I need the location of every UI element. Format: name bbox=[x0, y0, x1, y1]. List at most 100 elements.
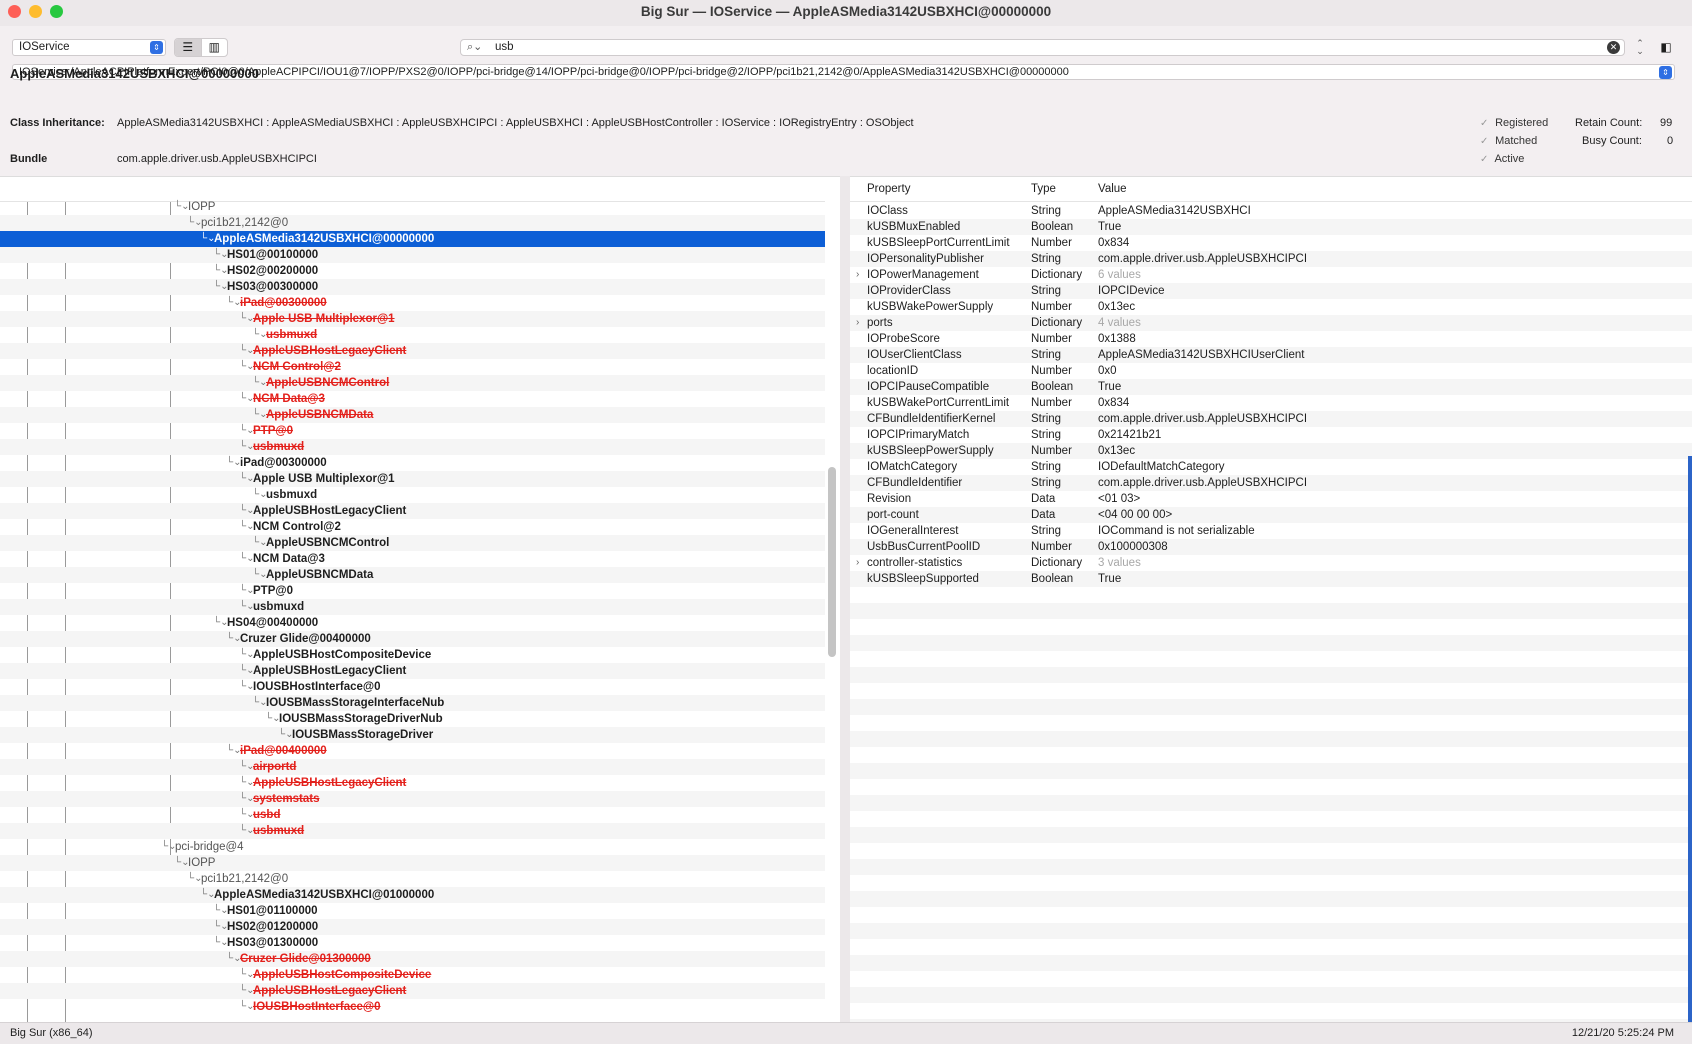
tree-row[interactable]: └⌄ usbmuxd bbox=[0, 487, 825, 503]
property-row[interactable]: kUSBMuxEnabled Boolean True bbox=[850, 219, 1692, 235]
tree-row[interactable]: └⌄ Cruzer Glide@00400000 bbox=[0, 631, 825, 647]
split-divider[interactable] bbox=[840, 176, 850, 1022]
property-row[interactable]: CFBundleIdentifierKernel String com.apple.… bbox=[850, 411, 1692, 427]
property-row[interactable]: kUSBWakePowerSupply Number 0x13ec bbox=[850, 299, 1692, 315]
minimize-icon[interactable] bbox=[29, 5, 42, 18]
tree-row[interactable]: └⌄ AppleASMedia3142USBXHCI@00000000 bbox=[0, 231, 825, 247]
disclosure-icon[interactable]: › bbox=[856, 555, 859, 571]
close-icon[interactable] bbox=[8, 5, 21, 18]
tree-row[interactable]: └⌄ NCM Control@2 bbox=[0, 519, 825, 535]
property-row[interactable]: kUSBWakePortCurrentLimit Number 0x834 bbox=[850, 395, 1692, 411]
tree-node-label: AppleUSBNCMData bbox=[266, 409, 374, 421]
property-row[interactable]: CFBundleIdentifier String com.apple.driver… bbox=[850, 475, 1692, 491]
tree-row[interactable]: └⌄ IOUSBHostInterface@0 bbox=[0, 679, 825, 695]
tree-row[interactable]: └⌄ PTP@0 bbox=[0, 583, 825, 599]
tree-row[interactable]: └⌄ airportd bbox=[0, 759, 825, 775]
property-row[interactable]: UsbBusCurrentPoolID Number 0x100000308 bbox=[850, 539, 1692, 555]
tree-row[interactable]: └⌄ pci-bridge@4 bbox=[0, 839, 825, 855]
tree-row[interactable]: └⌄ pci1b21,2142@0 bbox=[0, 871, 825, 887]
tree-row[interactable]: └⌄ usbd bbox=[0, 807, 825, 823]
tree-row[interactable]: └⌄ NCM Control@2 bbox=[0, 359, 825, 375]
tree-row[interactable]: └⌄ iPad@00300000 bbox=[0, 295, 825, 311]
tree-row[interactable]: └⌄ AppleUSBNCMData bbox=[0, 407, 825, 423]
registry-path-select[interactable]: IOService:/AppleACPIPlatformExpert/PCI0@… bbox=[12, 64, 1675, 80]
disclosure-icon[interactable]: › bbox=[856, 267, 859, 283]
tree-row[interactable]: └⌄ usbmuxd bbox=[0, 823, 825, 839]
property-row[interactable]: › IOPowerManagement Dictionary 6 values bbox=[850, 267, 1692, 283]
tree-row[interactable]: └⌄ NCM Data@3 bbox=[0, 551, 825, 567]
tree-row[interactable]: └⌄ AppleUSBHostCompositeDevice bbox=[0, 967, 825, 983]
tree-row[interactable]: └⌄ iPad@00400000 bbox=[0, 743, 825, 759]
property-row[interactable]: IOMatchCategory String IODefaultMatchCateg… bbox=[850, 459, 1692, 475]
search-input[interactable]: usb bbox=[495, 41, 514, 53]
zoom-icon[interactable] bbox=[50, 5, 63, 18]
view-mode-control[interactable]: ☰ ▥ bbox=[174, 38, 228, 57]
property-row[interactable]: IOGeneralInterest String IOCommand is not … bbox=[850, 523, 1692, 539]
property-row[interactable]: › controller-statistics Dictionary 3 values bbox=[850, 555, 1692, 571]
tree-row[interactable]: └⌄ iPad@00300000 bbox=[0, 455, 825, 471]
property-row[interactable]: IOProbeScore Number 0x1388 bbox=[850, 331, 1692, 347]
property-row[interactable]: IOClass String AppleASMedia3142USBXHCI bbox=[850, 203, 1692, 219]
tree-row[interactable]: └⌄ usbmuxd bbox=[0, 327, 825, 343]
tree-row[interactable]: └⌄ NCM Data@3 bbox=[0, 391, 825, 407]
search-stepper-icon[interactable]: ⌃ ⌄ bbox=[1634, 39, 1646, 57]
properties-table[interactable]: Property Type Value IOClass String AppleAS… bbox=[850, 176, 1692, 1022]
tree-row[interactable]: └⌄ Cruzer Glide@01300000 bbox=[0, 951, 825, 967]
registry-tree[interactable]: └⌄ IOPP └⌄ pci1b21,2142@0 └⌄ AppleASMedia3142… bbox=[0, 176, 840, 1022]
tree-row[interactable]: └⌄ Apple USB Multiplexor@1 bbox=[0, 311, 825, 327]
tree-row[interactable]: └⌄ systemstats bbox=[0, 791, 825, 807]
property-row[interactable]: IOPCIPauseCompatible Boolean True bbox=[850, 379, 1692, 395]
disclosure-icon[interactable]: › bbox=[856, 315, 859, 331]
tree-row[interactable]: └⌄ HS01@01100000 bbox=[0, 903, 825, 919]
property-row[interactable]: IOPCIPrimaryMatch String 0x21421b21 bbox=[850, 427, 1692, 443]
tree-row[interactable]: └⌄ IOUSBMassStorageDriverNub bbox=[0, 711, 825, 727]
plane-select[interactable]: IOService ⇕ bbox=[12, 39, 166, 56]
list-view-icon[interactable]: ☰ bbox=[175, 39, 202, 56]
property-row[interactable]: IOProviderClass String IOPCIDevice bbox=[850, 283, 1692, 299]
property-row[interactable]: Revision Data <01 03> bbox=[850, 491, 1692, 507]
column-header-value[interactable]: Value bbox=[1098, 183, 1127, 195]
property-row[interactable]: IOUserClientClass String AppleASMedia3142U… bbox=[850, 347, 1692, 363]
tree-row[interactable]: └⌄ IOUSBHostInterface@0 bbox=[0, 999, 825, 1015]
tree-scrollbar[interactable] bbox=[828, 467, 836, 657]
tree-row[interactable]: └⌄ AppleASMedia3142USBXHCI@01000000 bbox=[0, 887, 825, 903]
tree-row[interactable]: └⌄ AppleUSBHostLegacyClient bbox=[0, 503, 825, 519]
tree-row[interactable]: └⌄ IOPP bbox=[0, 199, 825, 215]
tree-row[interactable]: └⌄ HS03@01300000 bbox=[0, 935, 825, 951]
tree-row[interactable]: └⌄ usbmuxd bbox=[0, 439, 825, 455]
tree-row[interactable]: └⌄ PTP@0 bbox=[0, 423, 825, 439]
property-row[interactable]: IOPersonalityPublisher String com.apple.dr… bbox=[850, 251, 1692, 267]
column-header-type[interactable]: Type bbox=[1031, 183, 1056, 195]
search-field[interactable]: ⌕⌄ usb ✕ bbox=[460, 39, 1625, 56]
tree-row[interactable]: └⌄ HS02@00200000 bbox=[0, 263, 825, 279]
property-row[interactable]: kUSBSleepPortCurrentLimit Number 0x834 bbox=[850, 235, 1692, 251]
property-key: IOProbeScore bbox=[867, 333, 940, 345]
tree-row[interactable]: └⌄ AppleUSBHostCompositeDevice bbox=[0, 647, 825, 663]
tree-row[interactable]: └⌄ AppleUSBNCMData bbox=[0, 567, 825, 583]
clear-icon[interactable]: ✕ bbox=[1607, 41, 1620, 54]
tree-row[interactable]: └⌄ AppleUSBNCMControl bbox=[0, 375, 825, 391]
tree-row[interactable]: └⌄ IOPP bbox=[0, 855, 825, 871]
property-row[interactable]: locationID Number 0x0 bbox=[850, 363, 1692, 379]
tree-row[interactable]: └⌄ Apple USB Multiplexor@1 bbox=[0, 471, 825, 487]
tree-row[interactable]: └⌄ HS03@00300000 bbox=[0, 279, 825, 295]
property-row[interactable]: › ports Dictionary 4 values bbox=[850, 315, 1692, 331]
property-row[interactable]: kUSBSleepPowerSupply Number 0x13ec bbox=[850, 443, 1692, 459]
tree-row[interactable]: └⌄ HS04@00400000 bbox=[0, 615, 825, 631]
tree-row[interactable]: └⌄ AppleUSBNCMControl bbox=[0, 535, 825, 551]
tree-row[interactable]: └⌄ IOUSBMassStorageInterfaceNub bbox=[0, 695, 825, 711]
tree-row[interactable]: └⌄ AppleUSBHostLegacyClient bbox=[0, 983, 825, 999]
tree-row[interactable]: └⌄ IOUSBMassStorageDriver bbox=[0, 727, 825, 743]
tree-row[interactable]: └⌄ pci1b21,2142@0 bbox=[0, 215, 825, 231]
tree-row[interactable]: └⌄ HS01@00100000 bbox=[0, 247, 825, 263]
sidebar-toggle-icon[interactable]: ◧ bbox=[1657, 39, 1675, 56]
tree-row[interactable]: └⌄ HS02@01200000 bbox=[0, 919, 825, 935]
property-row[interactable]: port-count Data <04 00 00 00> bbox=[850, 507, 1692, 523]
tree-row[interactable]: └⌄ AppleUSBHostLegacyClient bbox=[0, 775, 825, 791]
column-view-icon[interactable]: ▥ bbox=[202, 39, 228, 56]
tree-row[interactable]: └⌄ AppleUSBHostLegacyClient bbox=[0, 663, 825, 679]
tree-row[interactable]: └⌄ AppleUSBHostLegacyClient bbox=[0, 343, 825, 359]
tree-row[interactable]: └⌄ usbmuxd bbox=[0, 599, 825, 615]
property-row[interactable]: kUSBSleepSupported Boolean True bbox=[850, 571, 1692, 587]
column-header-property[interactable]: Property bbox=[867, 183, 910, 195]
